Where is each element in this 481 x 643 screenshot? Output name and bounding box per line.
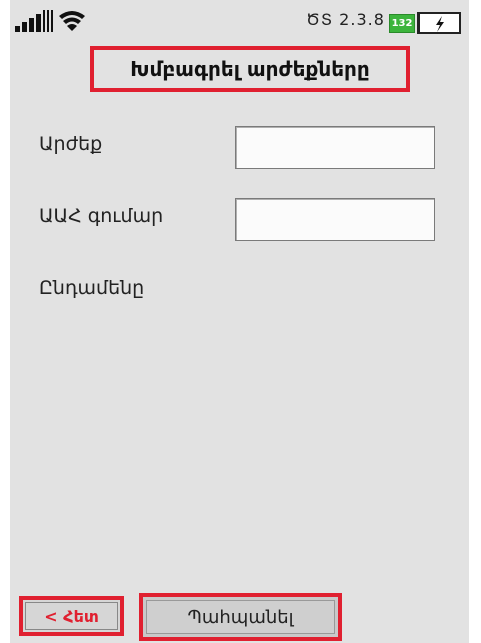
status-bar: ԾՏ 2.3.8 132 [10, 0, 469, 42]
system-version: ԾՏ 2.3.8 [306, 10, 385, 29]
back-button-face: < Հետ [25, 602, 118, 630]
power-indicator [417, 12, 461, 34]
back-button-label: < Հետ [44, 606, 99, 626]
value-input[interactable] [235, 126, 435, 169]
lightning-bolt-icon [436, 16, 444, 32]
vat-amount-input[interactable] [235, 198, 435, 241]
back-button[interactable]: < Հետ [19, 596, 124, 636]
save-button[interactable]: Պահպանել [139, 593, 342, 641]
page-title-frame: Խմբագրել արժեքները [90, 46, 410, 92]
value-label: Արժեք [39, 133, 103, 155]
vat-amount-label: ԱԱՀ գումար [39, 205, 164, 227]
total-label: Ընդամենը [39, 277, 145, 299]
screen: ԾՏ 2.3.8 132 Խմբագրել արժեքները Արժեք ԱԱ… [10, 0, 469, 643]
battery-badge: 132 [389, 14, 415, 33]
page-title: Խմբագրել արժեքները [130, 57, 370, 81]
save-button-face: Պահպանել [146, 600, 335, 634]
wifi-icon [59, 11, 85, 31]
signal-strength-icon [15, 10, 85, 32]
save-button-label: Պահպանել [187, 606, 294, 628]
